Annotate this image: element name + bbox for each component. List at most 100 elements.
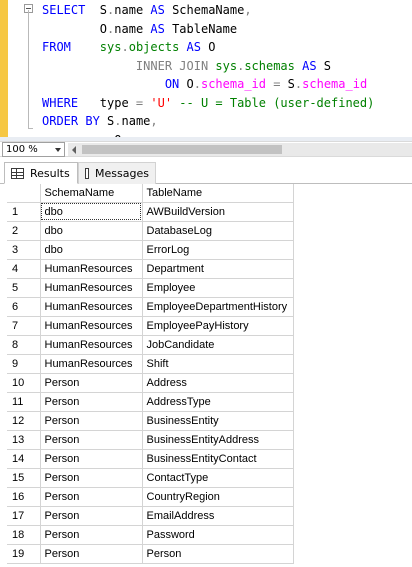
row-number[interactable]: 13 <box>7 430 41 450</box>
results-grid[interactable]: SchemaName TableName 1 dbo AWBuildVersion 2… <box>7 184 297 567</box>
table-row[interactable]: 8 HumanResources JobCandidate <box>7 335 294 355</box>
cell-tablename[interactable]: BusinessEntityContact <box>142 449 294 469</box>
row-number[interactable]: 1 <box>7 202 41 222</box>
query-editor[interactable]: SELECT S.name AS SchemaName, O.name AS T… <box>0 0 412 137</box>
tab-results[interactable]: Results <box>4 162 78 184</box>
table-row[interactable]: 5 HumanResources Employee <box>7 278 294 298</box>
row-number[interactable]: 16 <box>7 487 41 507</box>
code-line[interactable]: ORDER BY S.name, <box>42 112 374 131</box>
column-header-schemaname[interactable]: SchemaName <box>40 184 143 203</box>
cell-tablename[interactable]: EmployeePayHistory <box>142 316 294 336</box>
cell-schemaname[interactable]: Person <box>40 544 143 564</box>
row-number[interactable]: 7 <box>7 316 41 336</box>
table-row[interactable]: 18 Person Password <box>7 525 294 545</box>
cell-schemaname[interactable]: Person <box>40 411 143 431</box>
row-number[interactable]: 8 <box>7 335 41 355</box>
code-line[interactable]: SELECT S.name AS SchemaName, <box>42 1 374 20</box>
code-token: S <box>323 58 332 73</box>
row-number[interactable]: 17 <box>7 506 41 526</box>
row-number-header[interactable] <box>7 184 41 203</box>
cell-tablename[interactable]: JobCandidate <box>142 335 294 355</box>
cell-schemaname[interactable]: Person <box>40 373 143 393</box>
cell-schemaname[interactable]: HumanResources <box>40 316 143 336</box>
table-row[interactable]: 19 Person Person <box>7 544 294 564</box>
table-row[interactable]: 15 Person ContactType <box>7 468 294 488</box>
cell-tablename[interactable]: AWBuildVersion <box>142 202 294 222</box>
cell-tablename[interactable]: DatabaseLog <box>142 221 294 241</box>
sql-code[interactable]: SELECT S.name AS SchemaName, O.name AS T… <box>42 1 374 137</box>
cell-tablename[interactable]: Shift <box>142 354 294 374</box>
cell-schemaname[interactable]: Person <box>40 506 143 526</box>
cell-schemaname[interactable]: HumanResources <box>40 297 143 317</box>
cell-tablename[interactable]: ErrorLog <box>142 240 294 260</box>
cell-schemaname[interactable]: dbo <box>40 221 143 241</box>
code-line[interactable]: FROM sys.objects AS O <box>42 38 374 57</box>
row-number[interactable]: 18 <box>7 525 41 545</box>
cell-schemaname[interactable]: Person <box>40 430 143 450</box>
code-line[interactable]: O.name AS TableName <box>42 20 374 39</box>
cell-schemaname[interactable]: Person <box>40 468 143 488</box>
table-row[interactable]: 10 Person Address <box>7 373 294 393</box>
table-row[interactable]: 16 Person CountryRegion <box>7 487 294 507</box>
cell-tablename[interactable]: Person <box>142 544 294 564</box>
cell-schemaname[interactable]: HumanResources <box>40 259 143 279</box>
cell-schemaname[interactable]: Person <box>40 525 143 545</box>
table-row[interactable]: 4 HumanResources Department <box>7 259 294 279</box>
cell-tablename[interactable]: Password <box>142 525 294 545</box>
table-row[interactable]: 2 dbo DatabaseLog <box>7 221 294 241</box>
table-row[interactable]: 11 Person AddressType <box>7 392 294 412</box>
code-line[interactable]: WHERE type = 'U' -- U = Table (user-defi… <box>42 94 374 113</box>
cell-tablename[interactable]: Department <box>142 259 294 279</box>
row-number[interactable]: 2 <box>7 221 41 241</box>
cell-schemaname[interactable]: Person <box>40 487 143 507</box>
table-row[interactable]: 14 Person BusinessEntityContact <box>7 449 294 469</box>
cell-schemaname[interactable]: HumanResources <box>40 354 143 374</box>
table-row[interactable]: 7 HumanResources EmployeePayHistory <box>7 316 294 336</box>
cell-tablename[interactable]: BusinessEntityAddress <box>142 430 294 450</box>
table-row[interactable]: 1 dbo AWBuildVersion <box>7 202 294 222</box>
row-number[interactable]: 9 <box>7 354 41 374</box>
code-line[interactable]: INNER JOIN sys.schemas AS S <box>42 57 374 76</box>
cell-tablename[interactable]: BusinessEntity <box>142 411 294 431</box>
row-number[interactable]: 10 <box>7 373 41 393</box>
table-row[interactable]: 17 Person EmailAddress <box>7 506 294 526</box>
table-row[interactable]: 13 Person BusinessEntityAddress <box>7 430 294 450</box>
cell-schemaname[interactable]: HumanResources <box>40 278 143 298</box>
code-token: sys <box>215 58 238 73</box>
row-number[interactable]: 12 <box>7 411 41 431</box>
cell-tablename[interactable]: Employee <box>142 278 294 298</box>
zoom-dropdown[interactable]: 100 % <box>2 142 65 157</box>
row-number[interactable]: 15 <box>7 468 41 488</box>
cell-tablename[interactable]: AddressType <box>142 392 294 412</box>
scrollbar-thumb[interactable] <box>82 145 282 154</box>
code-line[interactable]: ON O.schema_id = S.schema_id <box>42 75 374 94</box>
chevron-down-icon[interactable] <box>55 148 61 152</box>
table-row[interactable]: 12 Person BusinessEntity <box>7 411 294 431</box>
code-token: O <box>208 40 216 54</box>
table-row[interactable]: 6 HumanResources EmployeeDepartmentHistory <box>7 297 294 317</box>
code-token: SELECT <box>42 3 100 17</box>
cell-tablename[interactable]: Address <box>142 373 294 393</box>
tab-messages[interactable]: Messages <box>78 162 156 184</box>
cell-tablename[interactable]: ContactType <box>142 468 294 488</box>
cell-tablename[interactable]: EmailAddress <box>142 506 294 526</box>
table-row[interactable]: 9 HumanResources Shift <box>7 354 294 374</box>
cell-schemaname[interactable]: dbo <box>40 202 143 222</box>
cell-schemaname[interactable]: Person <box>40 449 143 469</box>
row-number[interactable]: 19 <box>7 544 41 564</box>
editor-horizontal-scrollbar[interactable] <box>68 143 412 156</box>
cell-tablename[interactable]: EmployeeDepartmentHistory <box>142 297 294 317</box>
column-header-tablename[interactable]: TableName <box>142 184 294 203</box>
row-number[interactable]: 6 <box>7 297 41 317</box>
row-number[interactable]: 3 <box>7 240 41 260</box>
cell-schemaname[interactable]: HumanResources <box>40 335 143 355</box>
cell-schemaname[interactable]: dbo <box>40 240 143 260</box>
row-number[interactable]: 5 <box>7 278 41 298</box>
row-number[interactable]: 14 <box>7 449 41 469</box>
cell-schemaname[interactable]: Person <box>40 392 143 412</box>
scroll-left-icon[interactable] <box>72 146 76 154</box>
table-row[interactable]: 3 dbo ErrorLog <box>7 240 294 260</box>
cell-tablename[interactable]: CountryRegion <box>142 487 294 507</box>
row-number[interactable]: 4 <box>7 259 41 279</box>
row-number[interactable]: 11 <box>7 392 41 412</box>
